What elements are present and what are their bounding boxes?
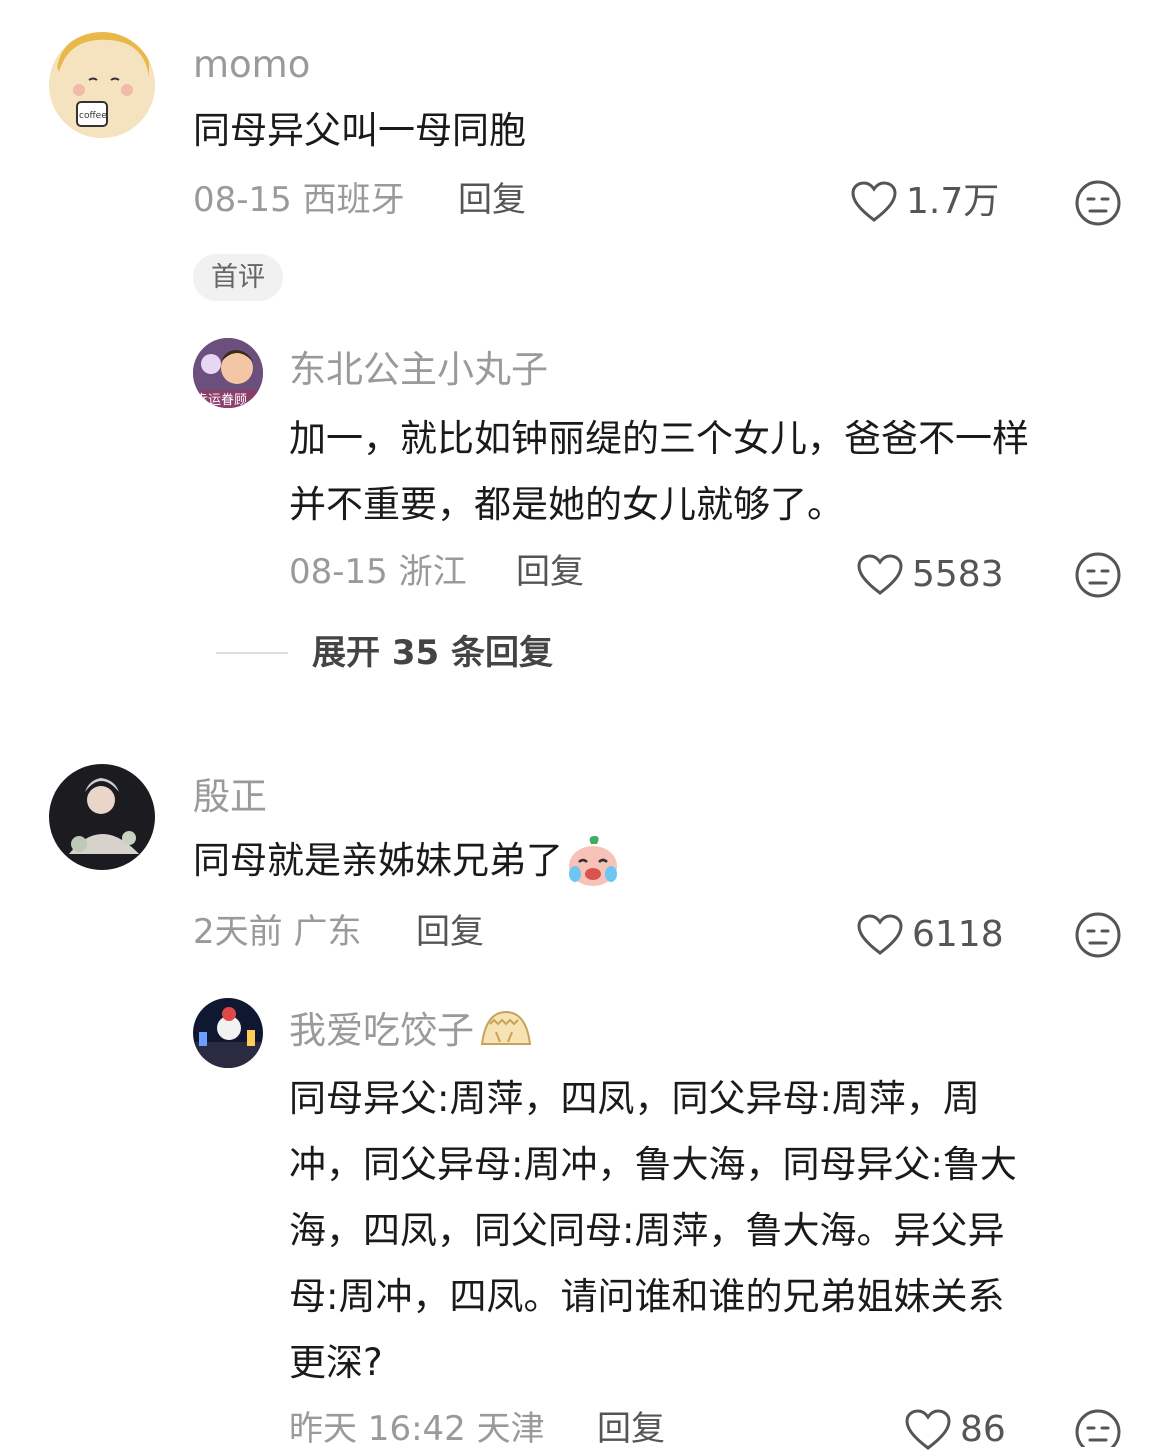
svg-text:幸运眷顾: 幸运眷顾 [195, 393, 247, 408]
reply-button[interactable]: 回复 [416, 915, 484, 949]
reply-text-line: 更深? [289, 1341, 383, 1384]
reply-text-line: 并不重要，都是她的女儿就够了。 [289, 483, 844, 526]
neutral-face-icon [1075, 912, 1121, 958]
divider [216, 652, 288, 654]
reply-text-line: 加一，就比如钟丽缇的三个女儿，爸爸不一样 [289, 417, 1029, 460]
neutral-face-icon [1075, 552, 1121, 598]
girl-avatar-icon: 幸运眷顾 [193, 338, 263, 408]
reply-date: 昨天 16:42 [289, 1409, 466, 1449]
reply-location: 天津 [476, 1409, 545, 1449]
night-city-avatar-icon [193, 998, 263, 1068]
reply-text-line: 冲，同父异母:周冲，鲁大海，同母异父:鲁大 [289, 1143, 1017, 1186]
dislike-button[interactable] [1074, 1408, 1122, 1452]
comment-item: 殷正 同母就是亲姊妹兄弟了 2天前 广东 回复 6118 我爱吃饺子 同母异父:… [0, 740, 1170, 1452]
comment-date: 08-15 [193, 180, 292, 220]
reply-text: 加一，就比如钟丽缇的三个女儿，爸爸不一样 并不重要，都是她的女儿就够了。 [289, 406, 1149, 538]
like-count: 6118 [912, 914, 1004, 955]
reply-date: 08-15 [289, 552, 388, 592]
dislike-button[interactable] [1074, 551, 1122, 603]
comment-author[interactable]: momo [193, 46, 310, 83]
portrait-avatar-icon [49, 764, 155, 870]
avatar[interactable]: 幸运眷顾 [193, 338, 263, 408]
avatar[interactable]: coffee [49, 32, 155, 138]
reply-author[interactable]: 我爱吃饺子 [289, 1004, 534, 1056]
like-button[interactable]: 1.7万 [850, 180, 999, 224]
like-button[interactable]: 86 [904, 1408, 1006, 1452]
reply-text-line: 同母异父:周萍，四凤，同父异母:周萍，周 [289, 1077, 980, 1120]
like-button[interactable]: 6118 [856, 913, 1004, 957]
like-button[interactable]: 5583 [856, 553, 1004, 597]
cartoon-avatar-icon: coffee [49, 32, 155, 138]
comment-meta: 2天前 广东 [193, 915, 361, 949]
crying-laughing-bun-icon [569, 836, 617, 886]
svg-text:coffee: coffee [79, 111, 107, 121]
reply-button[interactable]: 回复 [516, 555, 584, 589]
comment-text: 同母异父叫一母同胞 [193, 109, 526, 152]
reply-meta: 昨天 16:42 天津 [289, 1412, 545, 1446]
heart-icon [851, 181, 897, 222]
heart-icon [857, 554, 903, 595]
like-count: 5583 [912, 554, 1004, 595]
reply-meta: 08-15 浙江 [289, 555, 467, 589]
comment-item: coffee momo 同母异父叫一母同胞 08-15 西班牙 回复 1.7万 … [0, 0, 1170, 700]
reply-text: 同母异父:周萍，四凤，同父异母:周萍，周 冲，同父异母:周冲，鲁大海，同母异父:… [289, 1066, 1149, 1396]
dislike-button[interactable] [1074, 179, 1122, 231]
reply-author[interactable]: 东北公主小丸子 [289, 351, 548, 388]
reply-button[interactable]: 回复 [597, 1412, 665, 1446]
comment-location: 西班牙 [302, 180, 405, 220]
heart-icon [857, 914, 903, 955]
comment-author[interactable]: 殷正 [193, 778, 267, 815]
like-count: 1.7万 [906, 181, 1000, 222]
reply-author-name: 我爱吃饺子 [289, 1008, 474, 1052]
avatar[interactable] [193, 998, 263, 1068]
comment-date: 2天前 [193, 912, 283, 952]
reply-location: 浙江 [398, 552, 467, 592]
reply-text-line: 海，四凤，同父同母:周萍，鲁大海。异父异 [289, 1209, 1005, 1252]
reply-button[interactable]: 回复 [458, 183, 526, 217]
like-count: 86 [960, 1409, 1006, 1450]
comment-text: 同母就是亲姊妹兄弟了 [193, 828, 621, 894]
neutral-face-icon [1075, 180, 1121, 226]
comment-text-content: 同母就是亲姊妹兄弟了 [193, 839, 563, 882]
expand-replies-button[interactable]: 展开 35 条回复 [312, 636, 553, 670]
first-comment-badge: 首评 [193, 254, 283, 301]
comment-location: 广东 [293, 912, 362, 952]
dumpling-icon [480, 1010, 532, 1045]
neutral-face-icon [1075, 1409, 1121, 1452]
comment-meta: 08-15 西班牙 [193, 183, 405, 217]
reply-text-line: 母:周冲，四凤。请问谁和谁的兄弟姐妹关系 [289, 1275, 1005, 1318]
dislike-button[interactable] [1074, 911, 1122, 963]
heart-icon [905, 1409, 951, 1450]
avatar[interactable] [49, 764, 155, 870]
